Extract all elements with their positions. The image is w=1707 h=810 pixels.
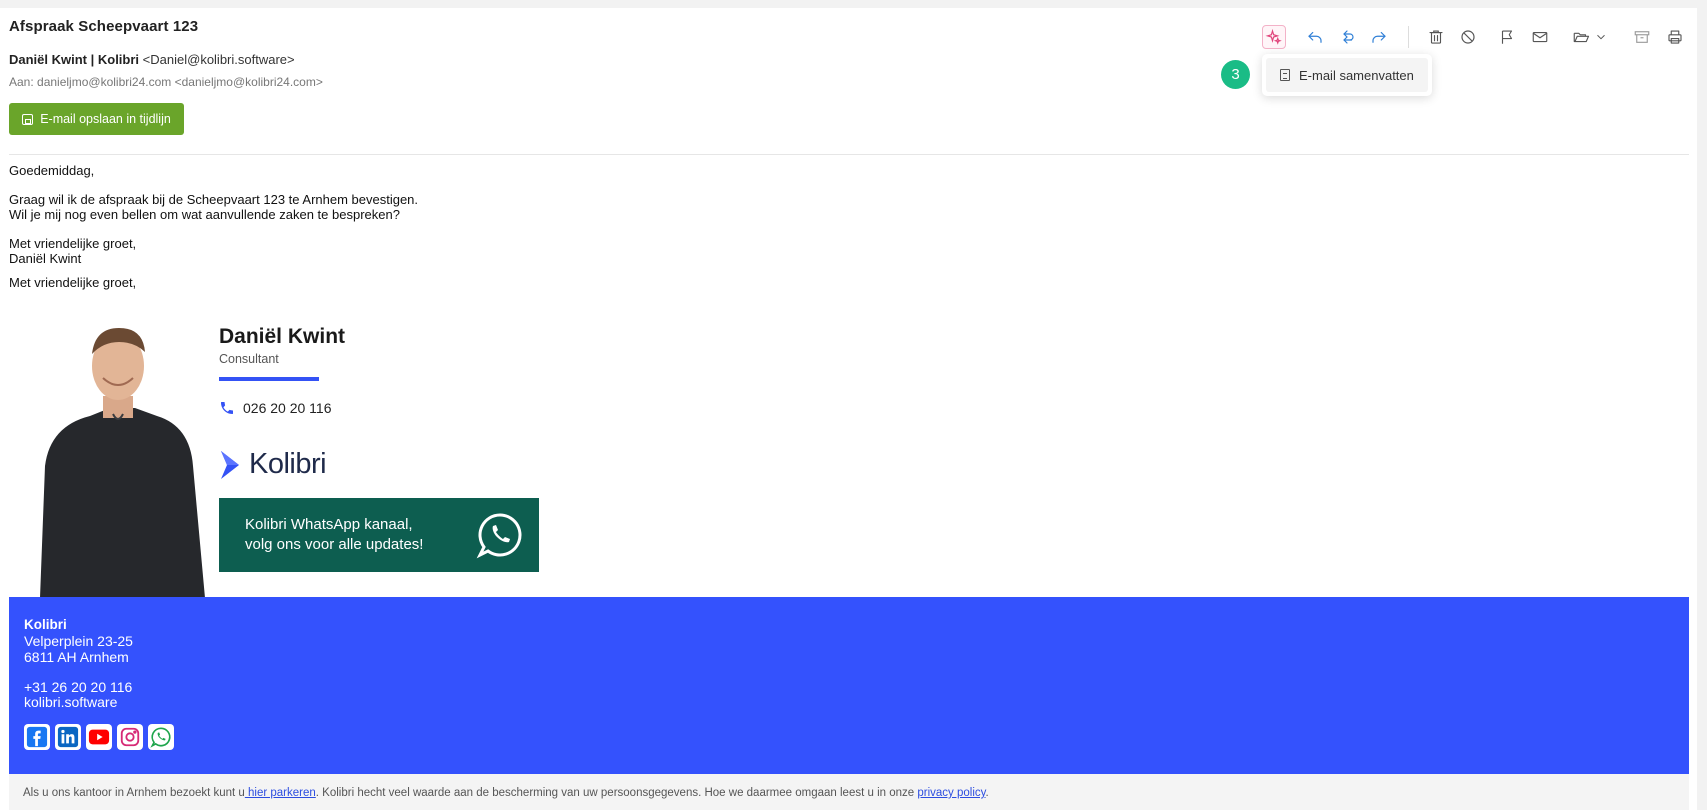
company-footer: Kolibri Velperplein 23-25 6811 AH Arnhem…: [9, 597, 1689, 774]
document-icon: [1280, 69, 1290, 81]
parking-link[interactable]: hier parkeren: [245, 787, 316, 799]
signature-accent-bar: [219, 377, 319, 381]
flag-icon: [1501, 30, 1513, 44]
body-greeting: Goedemiddag,: [9, 163, 95, 178]
ai-dropdown-menu: E-mail samenvatten: [1262, 54, 1432, 96]
whatsapp-link[interactable]: [148, 724, 174, 750]
body-line-2: Wil je mij nog even bellen om wat aanvul…: [9, 207, 400, 222]
mark-unread-button[interactable]: [1528, 25, 1552, 49]
footer-phone[interactable]: +31 26 20 20 116: [24, 679, 132, 695]
signature-photo: [40, 328, 205, 598]
facebook-link[interactable]: [24, 724, 50, 750]
sender-name: Daniël Kwint | Kolibri: [9, 52, 140, 67]
signature-phone[interactable]: 026 20 20 116: [219, 400, 332, 416]
archive-button[interactable]: [1630, 25, 1654, 49]
right-scroll-gutter: [1697, 8, 1707, 810]
footer-disclaimer: Als u ons kantoor in Arnhem bezoekt kunt…: [9, 774, 1689, 810]
facebook-icon: [26, 726, 48, 748]
body-closing: Met vriendelijke groet,: [9, 236, 137, 251]
reply-all-button[interactable]: [1335, 25, 1359, 49]
whatsapp-icon: [476, 513, 522, 559]
forward-icon: [1372, 31, 1386, 43]
whatsapp-banner-line-1: Kolibri WhatsApp kanaal,: [245, 516, 413, 533]
move-folder-button[interactable]: [1568, 25, 1612, 49]
phone-icon: [221, 402, 233, 414]
signature-phone-number: 026 20 20 116: [243, 400, 332, 416]
print-button[interactable]: [1663, 25, 1687, 49]
chevron-down-icon: [1597, 34, 1605, 40]
whatsapp-banner-line-2: volg ons voor alle updates!: [245, 536, 424, 553]
privacy-policy-link[interactable]: privacy policy: [917, 787, 985, 799]
youtube-icon: [88, 729, 110, 745]
email-body: Goedemiddag, Graag wil ik de afspraak bi…: [9, 163, 418, 290]
print-icon: [1668, 30, 1682, 44]
kolibri-logo: Kolibri: [219, 448, 327, 481]
signature-role: Consultant: [219, 352, 279, 366]
save-icon: [22, 113, 34, 125]
disclaimer-text-3: .: [985, 787, 989, 799]
footer-website[interactable]: kolibri.software: [24, 694, 117, 710]
archive-icon: [1634, 31, 1650, 43]
save-to-timeline-button[interactable]: E-mail opslaan in tijdlijn: [9, 103, 184, 135]
reply-all-icon: [1343, 30, 1354, 44]
body-line-1: Graag wil ik de afspraak bij de Scheepva…: [9, 192, 419, 207]
email-sender: Daniël Kwint | Kolibri <Daniel@kolibri.s…: [9, 52, 295, 67]
to-label: Aan:: [9, 75, 34, 89]
body-closing-name: Daniël Kwint: [9, 251, 82, 266]
step-badge: 3: [1221, 60, 1250, 89]
summarize-email-label: E-mail samenvatten: [1299, 67, 1414, 83]
ai-sparkle-icon: [1265, 28, 1282, 45]
mail-icon: [1532, 31, 1548, 43]
social-links: [24, 724, 174, 750]
email-recipients: Aan: danieljmo@kolibri24.com <danieljmo@…: [9, 75, 323, 89]
sender-email: <Daniel@kolibri.software>: [142, 52, 295, 67]
folder-move-icon: [1573, 32, 1590, 43]
save-button-label: E-mail opslaan in tijdlijn: [40, 112, 171, 126]
whatsapp-banner-text: Kolibri WhatsApp kanaal, volg ons voor a…: [245, 515, 423, 555]
reply-button[interactable]: [1303, 25, 1327, 49]
to-value: danieljmo@kolibri24.com <danieljmo@kolib…: [37, 75, 323, 89]
flag-button[interactable]: [1495, 25, 1519, 49]
linkedin-icon: [57, 726, 79, 748]
block-button[interactable]: [1456, 25, 1480, 49]
disclaimer-text-1: Als u ons kantoor in Arnhem bezoekt kunt…: [23, 787, 245, 799]
forward-button[interactable]: [1367, 25, 1391, 49]
email-subject: Afspraak Scheepvaart 123: [9, 18, 199, 35]
kolibri-logo-icon: [221, 450, 239, 479]
footer-company: Kolibri: [24, 617, 67, 632]
block-icon: [1461, 30, 1475, 44]
kolibri-logo-text: Kolibri: [249, 448, 327, 480]
body-closing-2: Met vriendelijke groet,: [9, 275, 137, 290]
header-divider: [9, 154, 1689, 155]
trash-icon: [1429, 30, 1443, 44]
whatsapp-social-icon: [150, 727, 171, 748]
instagram-icon: [120, 727, 140, 747]
linkedin-link[interactable]: [55, 724, 81, 750]
disclaimer-text-2: . Kolibri hecht veel waarde aan de besch…: [315, 787, 918, 799]
summarize-email-menu-item[interactable]: E-mail samenvatten: [1266, 58, 1428, 92]
delete-button[interactable]: [1424, 25, 1448, 49]
footer-address-1: Velperplein 23-25: [24, 633, 133, 649]
whatsapp-channel-banner[interactable]: Kolibri WhatsApp kanaal, volg ons voor a…: [219, 498, 539, 572]
signature-name: Daniël Kwint: [219, 325, 346, 348]
reply-icon: [1308, 31, 1322, 43]
email-view: Afspraak Scheepvaart 123 Daniël Kwint | …: [0, 8, 1707, 810]
youtube-link[interactable]: [86, 724, 112, 750]
footer-address-2: 6811 AH Arnhem: [24, 649, 129, 665]
ai-sparkle-button[interactable]: [1262, 25, 1286, 49]
instagram-link[interactable]: [117, 724, 143, 750]
toolbar-separator: [1408, 26, 1409, 48]
